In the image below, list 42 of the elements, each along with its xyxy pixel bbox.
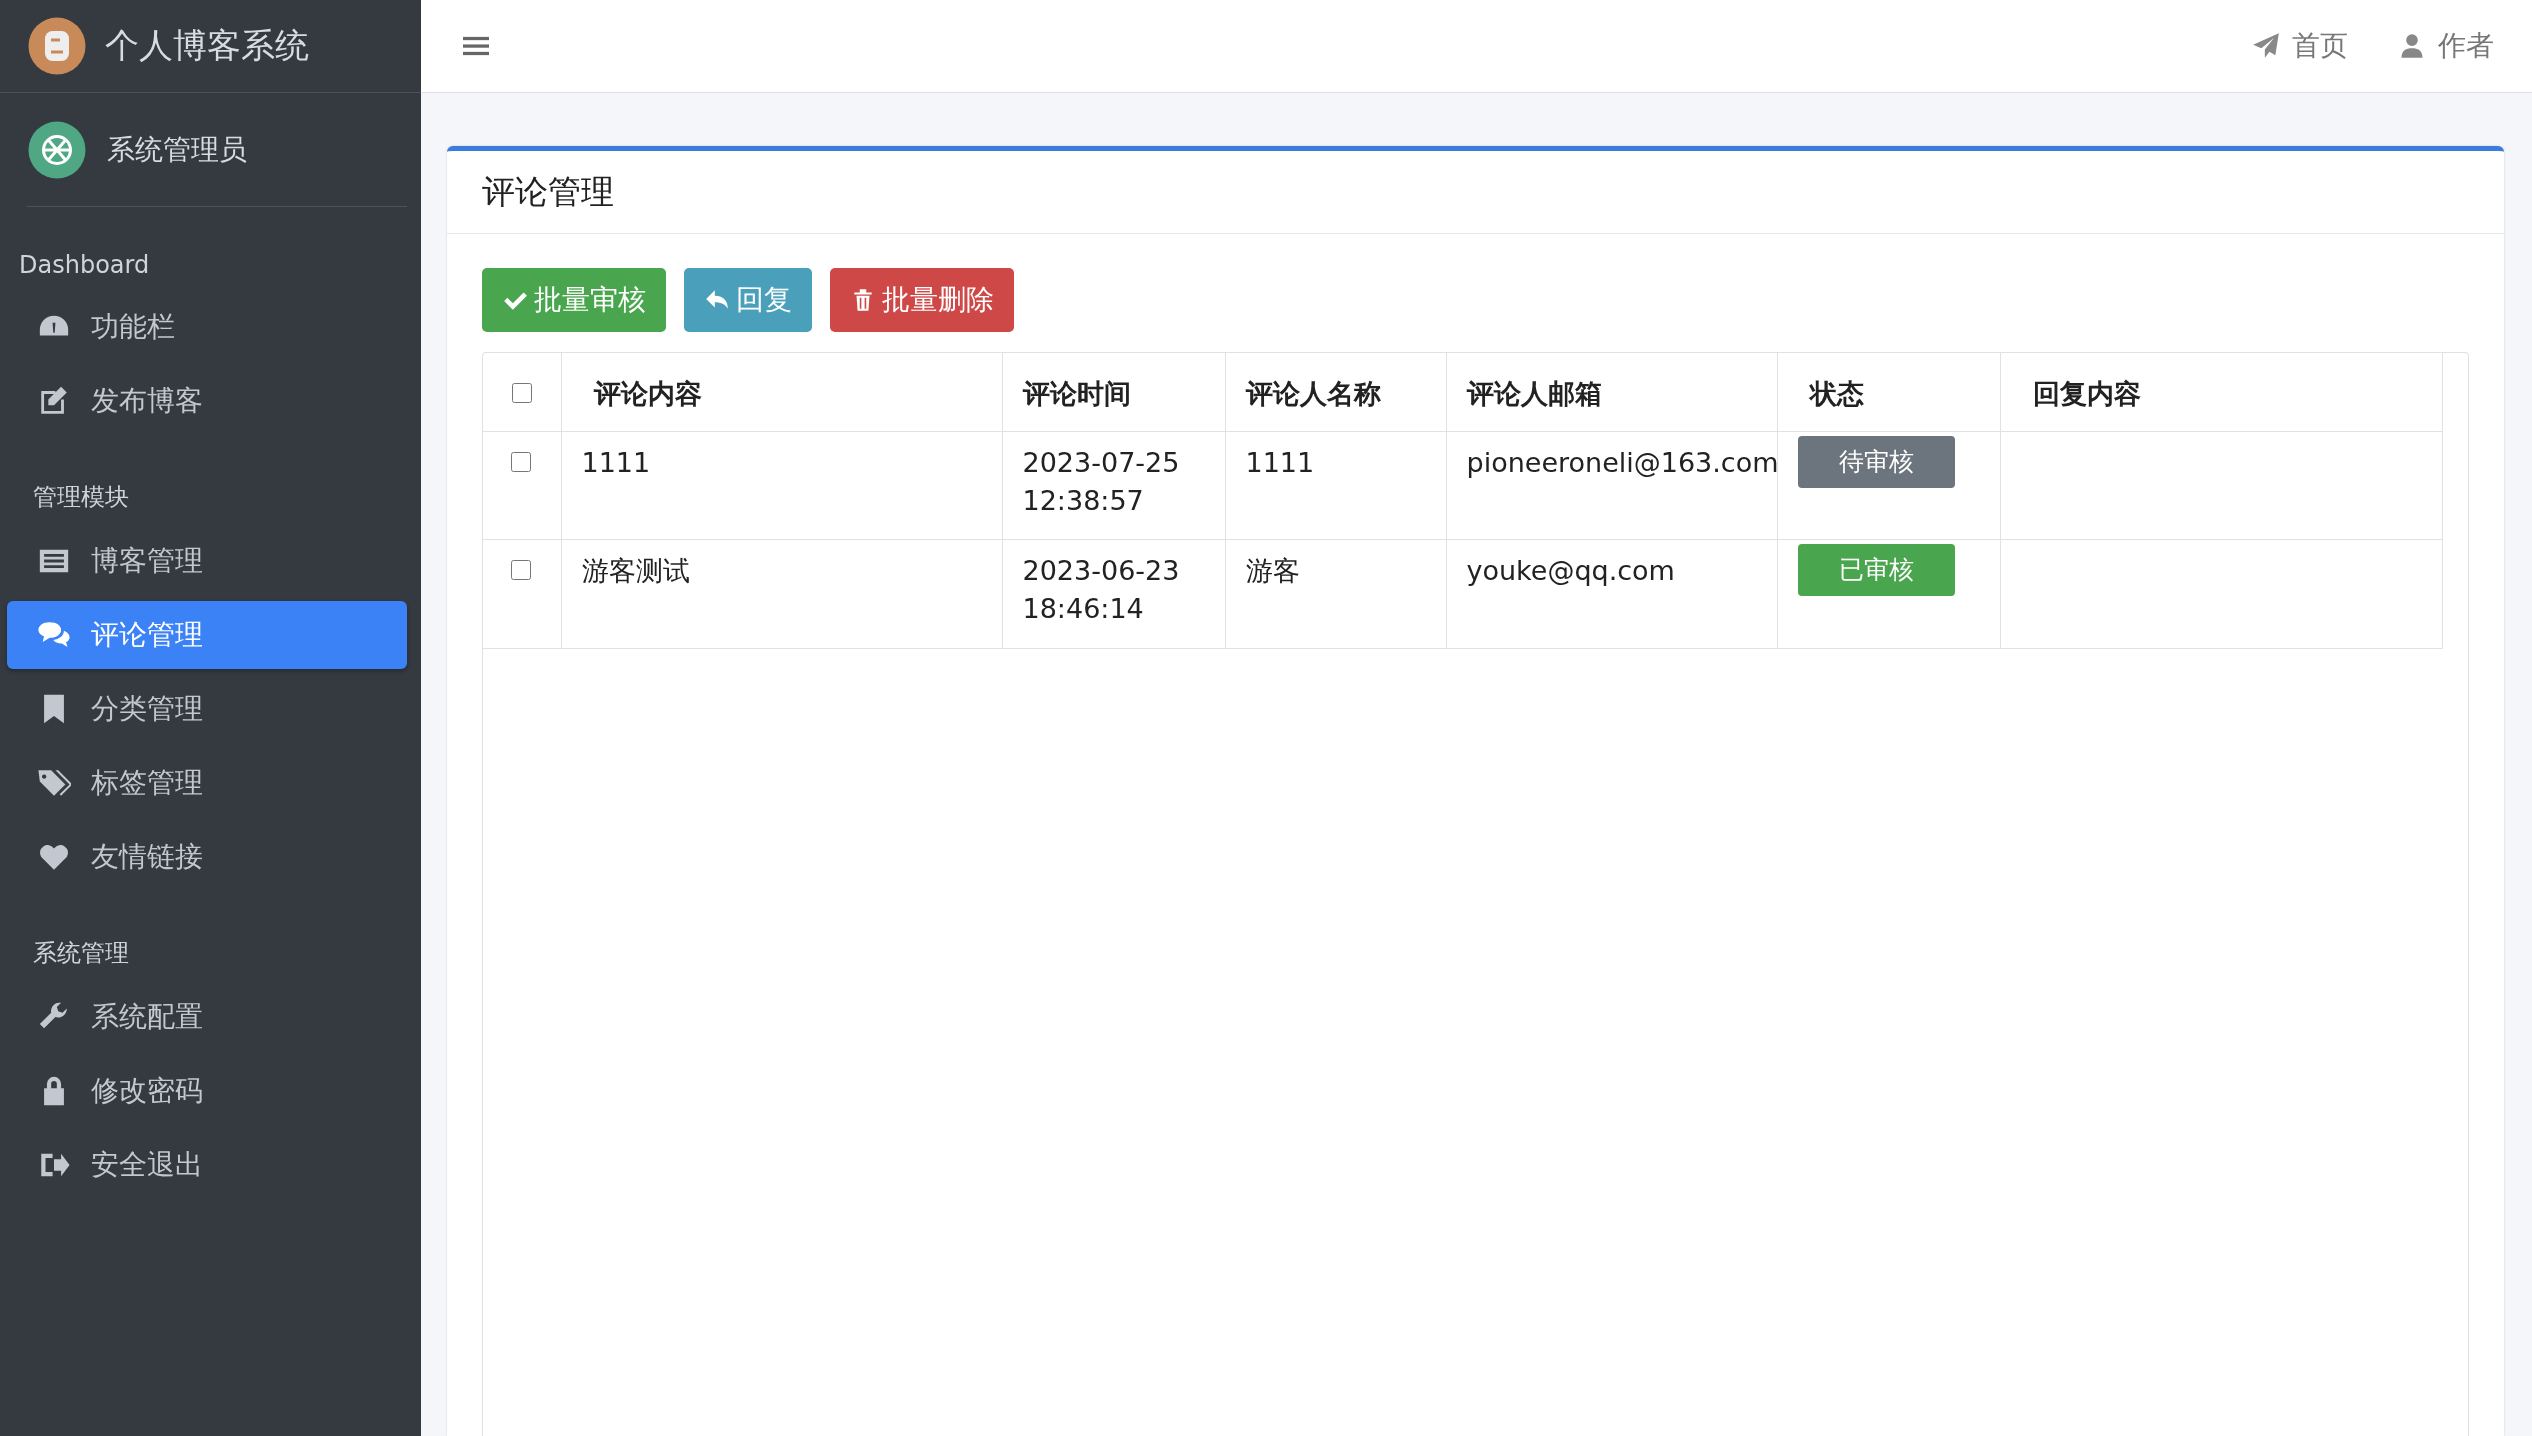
nav-item[interactable]: 分类管理 [7, 675, 407, 743]
section-heading: 系统管理 [32, 938, 130, 969]
avatar-icon [27, 119, 87, 180]
row-checkbox[interactable] [510, 451, 531, 472]
nav-item[interactable]: 评论管理 [7, 601, 407, 669]
delete-button[interactable]: 批量删除 [830, 268, 1014, 332]
table-cell: 游客测试 [561, 539, 1002, 649]
logo-icon [27, 16, 87, 76]
nav-item[interactable]: 发布博客 [7, 367, 407, 435]
nav-item[interactable]: 系统配置 [7, 983, 407, 1051]
table-cell: 2023-07-25 12:38:57 [1002, 431, 1225, 540]
nav-link[interactable]: 首页 [2252, 27, 2348, 65]
table-cell: 1111 [1225, 431, 1446, 540]
table-cell: pioneeroneli@163.com [1446, 431, 1777, 540]
nav-item[interactable]: 友情链接 [7, 823, 407, 891]
table-cell: 1111 [561, 431, 1002, 540]
section-heading: 管理模块 [32, 482, 130, 513]
column-header: 状态 [1777, 353, 2000, 432]
nav-item[interactable]: 标签管理 [7, 749, 407, 817]
paper-plane-icon [2252, 32, 2280, 60]
select-all-checkbox[interactable] [511, 383, 532, 403]
section-heading: Dashboard [18, 250, 151, 281]
nav-item[interactable]: 博客管理 [7, 527, 407, 595]
column-header: 评论人邮箱 [1446, 353, 1777, 432]
column-header: 回复内容 [2000, 353, 2442, 432]
nav-link[interactable]: 作者 [2398, 27, 2494, 65]
brand-title[interactable]: 个人博客系统 [105, 23, 309, 69]
menu-icon[interactable] [463, 35, 489, 57]
row-checkbox[interactable] [510, 560, 531, 581]
card-title: 评论管理 [482, 170, 614, 213]
user-name[interactable]: 系统管理员 [107, 130, 247, 169]
table-cell: 游客 [1225, 539, 1446, 649]
table-cell: 2023-06-23 18:46:14 [1002, 539, 1225, 649]
nav-item[interactable]: 安全退出 [7, 1131, 407, 1199]
status-badge: 待审核 [1797, 435, 1955, 488]
column-header: 评论人名称 [1225, 353, 1446, 432]
column-header: 评论内容 [561, 353, 1002, 432]
nav-item[interactable]: 功能栏 [7, 293, 407, 361]
nav-item[interactable]: 修改密码 [7, 1057, 407, 1125]
table-cell: youke@qq.com [1446, 539, 1777, 649]
column-header: 评论时间 [1002, 353, 1225, 432]
status-badge: 已审核 [1797, 544, 1955, 597]
